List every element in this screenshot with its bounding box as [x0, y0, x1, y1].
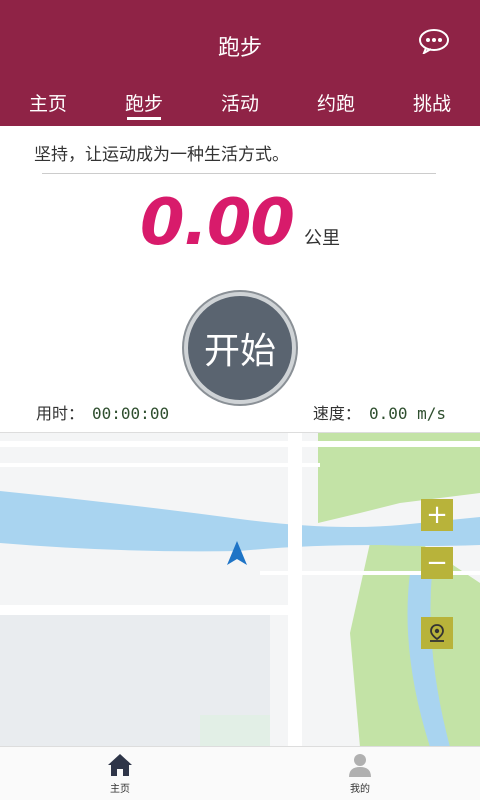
nav-label-mine: 我的 [350, 784, 370, 795]
locate-button[interactable] [421, 617, 453, 649]
tab-challenge[interactable]: 挑战 [384, 86, 480, 126]
start-button[interactable]: 开始 [184, 292, 296, 404]
time-label: 用时： [36, 404, 85, 423]
distance-unit: 公里 [303, 228, 340, 249]
elapsed-time: 用时： 00:00:00 [36, 400, 169, 424]
slogan-text: 坚持，让运动成为一种生活方式。 [34, 145, 289, 165]
tab-meetup-run[interactable]: 约跑 [288, 86, 384, 126]
tab-activities[interactable]: 活动 [192, 86, 288, 126]
tab-running[interactable]: 跑步 [96, 86, 192, 126]
time-value: 00:00:00 [92, 404, 170, 423]
map-view[interactable]: + − [0, 432, 480, 746]
speed-value: 0.00 m/s [368, 404, 446, 423]
user-icon [349, 754, 371, 777]
nav-label-home: 主页 [110, 784, 130, 795]
app-header: 跑步 主页 跑步 活动 约跑 挑战 [0, 0, 480, 126]
map-canvas [0, 433, 480, 746]
divider [42, 173, 436, 174]
nav-item-home[interactable]: 主页 [0, 747, 240, 800]
speed-label: 速度： [312, 404, 361, 423]
location-pin-icon [430, 624, 444, 642]
speed: 速度： 0.00 m/s [313, 400, 446, 424]
distance-display: 0.00 公里 [0, 186, 480, 260]
zoom-out-button[interactable]: − [421, 547, 453, 579]
top-tabs: 主页 跑步 活动 约跑 挑战 [0, 86, 480, 126]
tab-home[interactable]: 主页 [0, 86, 96, 126]
message-icon[interactable] [418, 28, 450, 54]
nav-item-mine[interactable]: 我的 [240, 747, 480, 800]
zoom-in-button[interactable]: + [421, 499, 453, 531]
distance-value: 0.00 [140, 186, 295, 260]
bottom-nav: 主页 我的 [0, 746, 480, 800]
page-title: 跑步 [217, 36, 262, 61]
home-icon [108, 754, 132, 776]
